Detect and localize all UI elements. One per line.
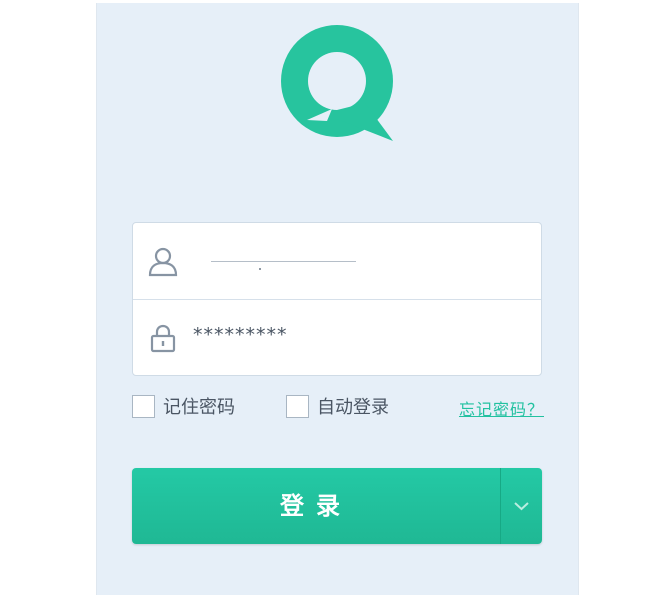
user-icon bbox=[148, 247, 178, 277]
auto-login-checkbox[interactable]: 自动登录 bbox=[286, 392, 389, 420]
username-masked-value bbox=[211, 261, 356, 262]
remember-password-box[interactable] bbox=[132, 394, 155, 418]
login-options-dropdown[interactable] bbox=[501, 468, 542, 544]
remember-password-checkbox[interactable]: 记住密码 bbox=[132, 392, 235, 420]
app-logo-icon bbox=[281, 25, 393, 141]
auto-login-box[interactable] bbox=[286, 394, 309, 418]
remember-password-label: 记住密码 bbox=[163, 397, 235, 418]
chevron-down-icon bbox=[514, 502, 529, 511]
username-field[interactable] bbox=[133, 223, 541, 300]
login-panel: ********* 记住密码 自动登录 忘记密码？ 登录 bbox=[96, 3, 579, 595]
password-field[interactable]: ********* bbox=[133, 300, 541, 376]
login-options: 记住密码 自动登录 忘记密码？ bbox=[132, 392, 544, 422]
auto-login-label: 自动登录 bbox=[317, 397, 389, 418]
login-form: ********* bbox=[132, 222, 542, 376]
forgot-password-link[interactable]: 忘记密码？ bbox=[459, 396, 544, 420]
lock-icon bbox=[150, 324, 176, 353]
login-button-label: 登录 bbox=[280, 492, 352, 520]
username-masked-dot bbox=[259, 268, 261, 270]
login-button[interactable]: 登录 bbox=[132, 468, 542, 544]
password-input[interactable]: ********* bbox=[193, 324, 288, 346]
